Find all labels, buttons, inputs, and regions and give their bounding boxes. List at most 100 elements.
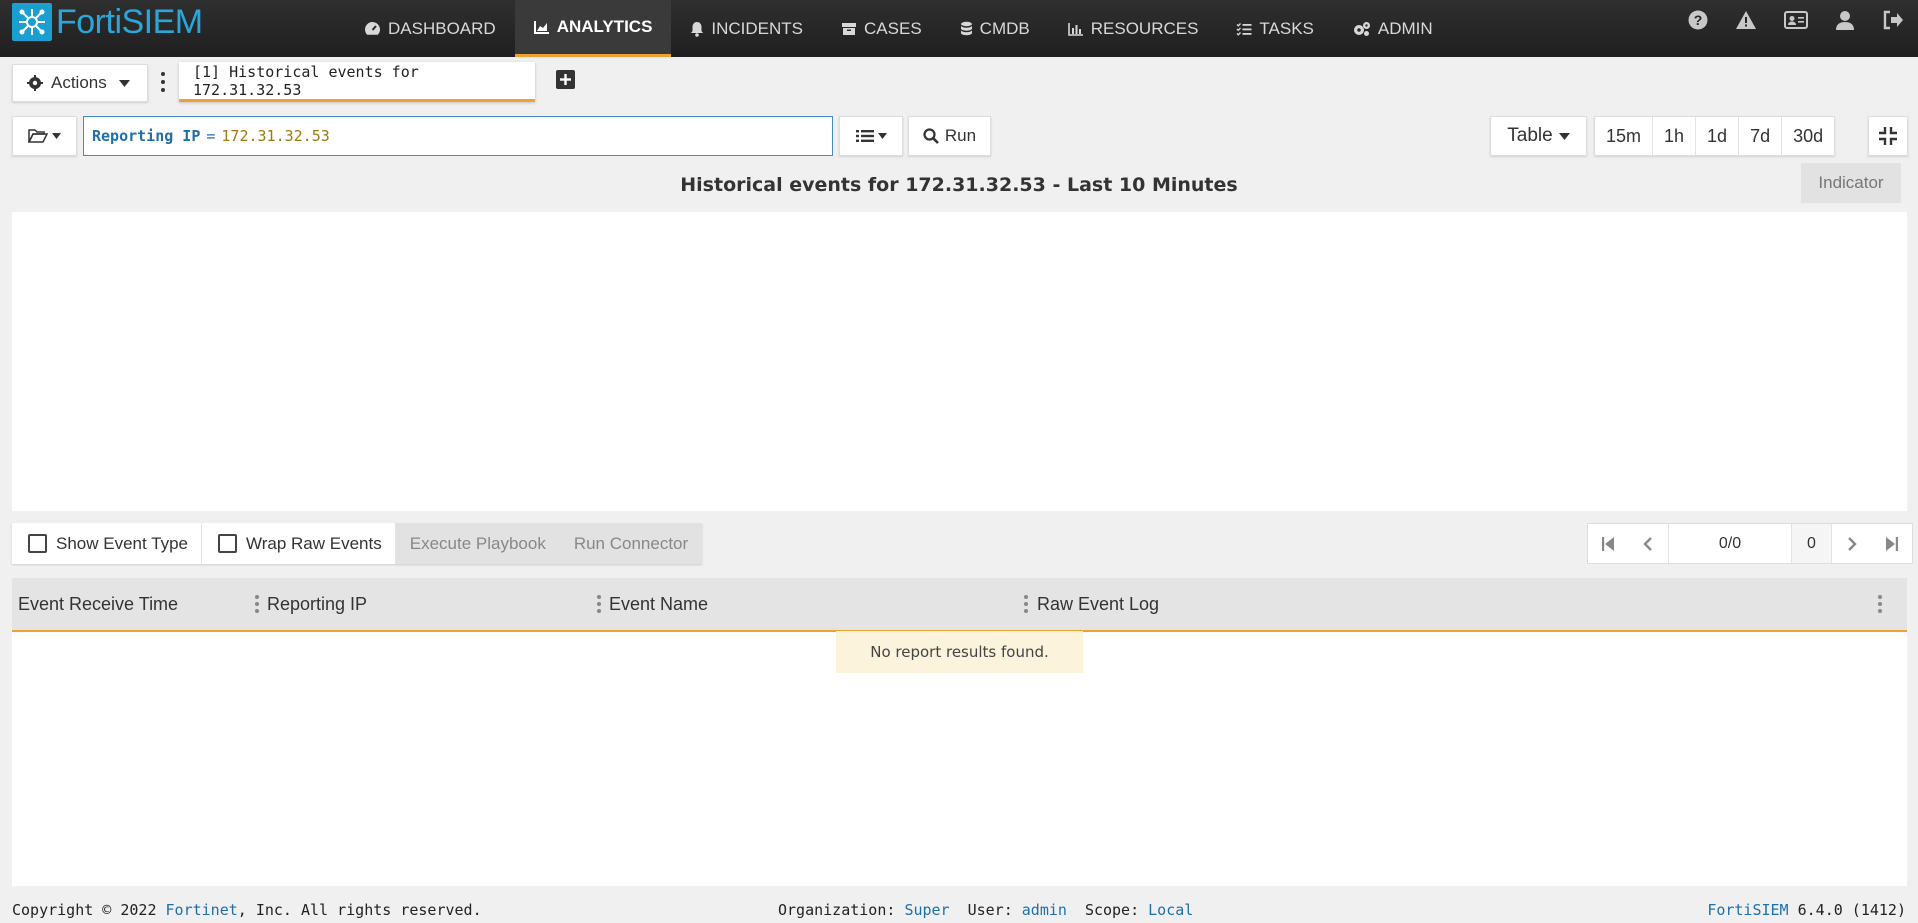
query-tab-label: [1] Historical events for 172.31.32.53 [193,62,419,99]
user-value[interactable]: admin [1022,901,1067,919]
query-operator: = [206,127,216,145]
user-label: User: [967,900,1013,919]
logo-text: FortiSIEM [56,2,203,41]
nav-cases[interactable]: CASES [822,0,941,57]
wrap-raw-events-label: Wrap Raw Events [246,533,382,553]
view-type-label: Table [1507,125,1553,146]
prev-page-icon[interactable] [1628,524,1668,563]
indicator-button[interactable]: Indicator [1801,163,1901,203]
tasks-icon [1236,22,1252,36]
next-page-icon[interactable] [1832,524,1872,563]
show-event-type-label: Show Event Type [56,533,188,553]
top-nav-bar: FortiSIEM DASHBOARD ANALYTICS INCIDENTS … [0,0,1918,57]
nav-tasks-label: TASKS [1259,18,1314,38]
caret-down-icon [877,133,887,139]
user-info: User: admin [968,901,1067,919]
copyright-prefix: Copyright © 2022 [12,900,166,919]
svg-text:?: ? [1694,12,1703,28]
run-label: Run [944,126,977,145]
bar-chart-icon [1067,22,1083,36]
search-icon [923,128,939,144]
folder-open-icon [28,129,48,143]
wrap-raw-events-toggle[interactable]: Wrap Raw Events [202,523,396,564]
run-connector-button[interactable]: Run Connector [559,523,703,564]
nav-incidents-label: INCIDENTS [711,18,804,38]
nav-resources-label: RESOURCES [1090,18,1199,38]
area-chart-icon [533,21,549,34]
add-tab-plus-icon[interactable] [556,70,575,89]
wrap-raw-events-checkbox[interactable] [218,534,237,553]
report-title: Historical events for 172.31.32.53 - Las… [680,174,1238,196]
column-event-name[interactable]: Event Name [609,578,708,630]
scope-label: Scope: [1084,900,1140,919]
chart-area [12,212,1907,511]
range-30d-button[interactable]: 30d [1782,117,1834,155]
query-filter-input[interactable]: Reporting IP = 172.31.32.53 [83,116,833,156]
range-15m-button[interactable]: 15m [1595,117,1654,155]
compress-icon [1879,127,1897,145]
nav-tasks[interactable]: TASKS [1217,0,1332,57]
display-fields-dropdown[interactable] [839,116,903,156]
warning-icon[interactable] [1735,10,1757,30]
caret-down-icon [118,79,130,87]
run-button[interactable]: Run [908,116,991,156]
help-icon[interactable]: ? [1688,10,1708,30]
organization-label: Organization: [778,900,896,919]
nav-admin[interactable]: ADMIN [1333,0,1452,57]
column-resize-handle[interactable] [1024,595,1028,613]
dashboard-icon [365,22,380,35]
sign-out-icon[interactable] [1882,10,1904,30]
top-right-icons: ? [1688,0,1904,40]
actions-dropdown-button[interactable]: Actions [12,64,148,102]
session-info: Organization: Super User: admin Scope: L… [778,901,1193,919]
range-1h-button[interactable]: 1h [1653,117,1697,155]
column-resize-handle[interactable] [255,595,259,613]
show-event-type-checkbox[interactable] [28,534,47,553]
id-card-icon[interactable] [1784,11,1808,29]
open-folder-dropdown[interactable] [12,116,77,156]
query-attribute: Reporting IP [92,127,201,145]
list-icon [855,130,874,142]
caret-down-icon [52,133,61,139]
column-reporting-ip[interactable]: Reporting IP [267,578,367,630]
query-value: 172.31.32.53 [221,127,330,145]
gears-icon [1353,21,1370,36]
nav-dashboard[interactable]: DASHBOARD [345,0,515,57]
column-resize-handle[interactable] [597,595,601,613]
user-icon[interactable] [1835,10,1855,30]
nav-analytics-label: ANALYTICS [556,17,653,36]
view-type-dropdown[interactable]: Table [1490,116,1587,156]
range-1d-button[interactable]: 1d [1696,117,1740,155]
tab-menu-kebab-icon[interactable] [160,72,166,92]
nav-cmdb[interactable]: CMDB [941,0,1049,57]
page-input[interactable]: 0/0 [1668,524,1792,563]
company-link[interactable]: Fortinet [166,901,238,919]
column-raw-event-log[interactable]: Raw Event Log [1037,578,1159,630]
table-header: Event Receive Time Reporting IP Event Na… [12,578,1907,632]
database-icon [960,21,972,35]
result-count: 0 [1792,524,1832,563]
no-results-message: No report results found. [836,631,1083,673]
show-event-type-toggle[interactable]: Show Event Type [12,523,202,564]
first-page-icon[interactable] [1588,524,1628,563]
nav-cmdb-label: CMDB [979,18,1030,38]
collapse-button[interactable] [1868,116,1908,156]
copyright: Copyright © 2022 Fortinet, Inc. All righ… [12,901,482,919]
column-event-receive-time[interactable]: Event Receive Time [18,578,178,630]
nav-analytics[interactable]: ANALYTICS [514,0,672,57]
column-menu-handle[interactable] [1878,595,1882,613]
copyright-suffix: , Inc. All rights reserved. [237,900,482,919]
gear-icon [27,75,43,91]
fortisiem-logo[interactable]: FortiSIEM [12,2,203,42]
nav-incidents[interactable]: INCIDENTS [671,0,822,57]
scope-info: Scope: Local [1085,901,1193,919]
nav-resources[interactable]: RESOURCES [1049,0,1218,57]
execute-playbook-button[interactable]: Execute Playbook [395,523,560,564]
query-tab[interactable]: [1] Historical events for 172.31.32.53 [179,62,535,102]
last-page-icon[interactable] [1872,524,1912,563]
organization-value[interactable]: Super [904,901,949,919]
range-7d-button[interactable]: 7d [1739,117,1783,155]
product-name: FortiSIEM [1707,900,1789,919]
actions-label: Actions [51,73,107,92]
scope-value[interactable]: Local [1148,901,1193,919]
